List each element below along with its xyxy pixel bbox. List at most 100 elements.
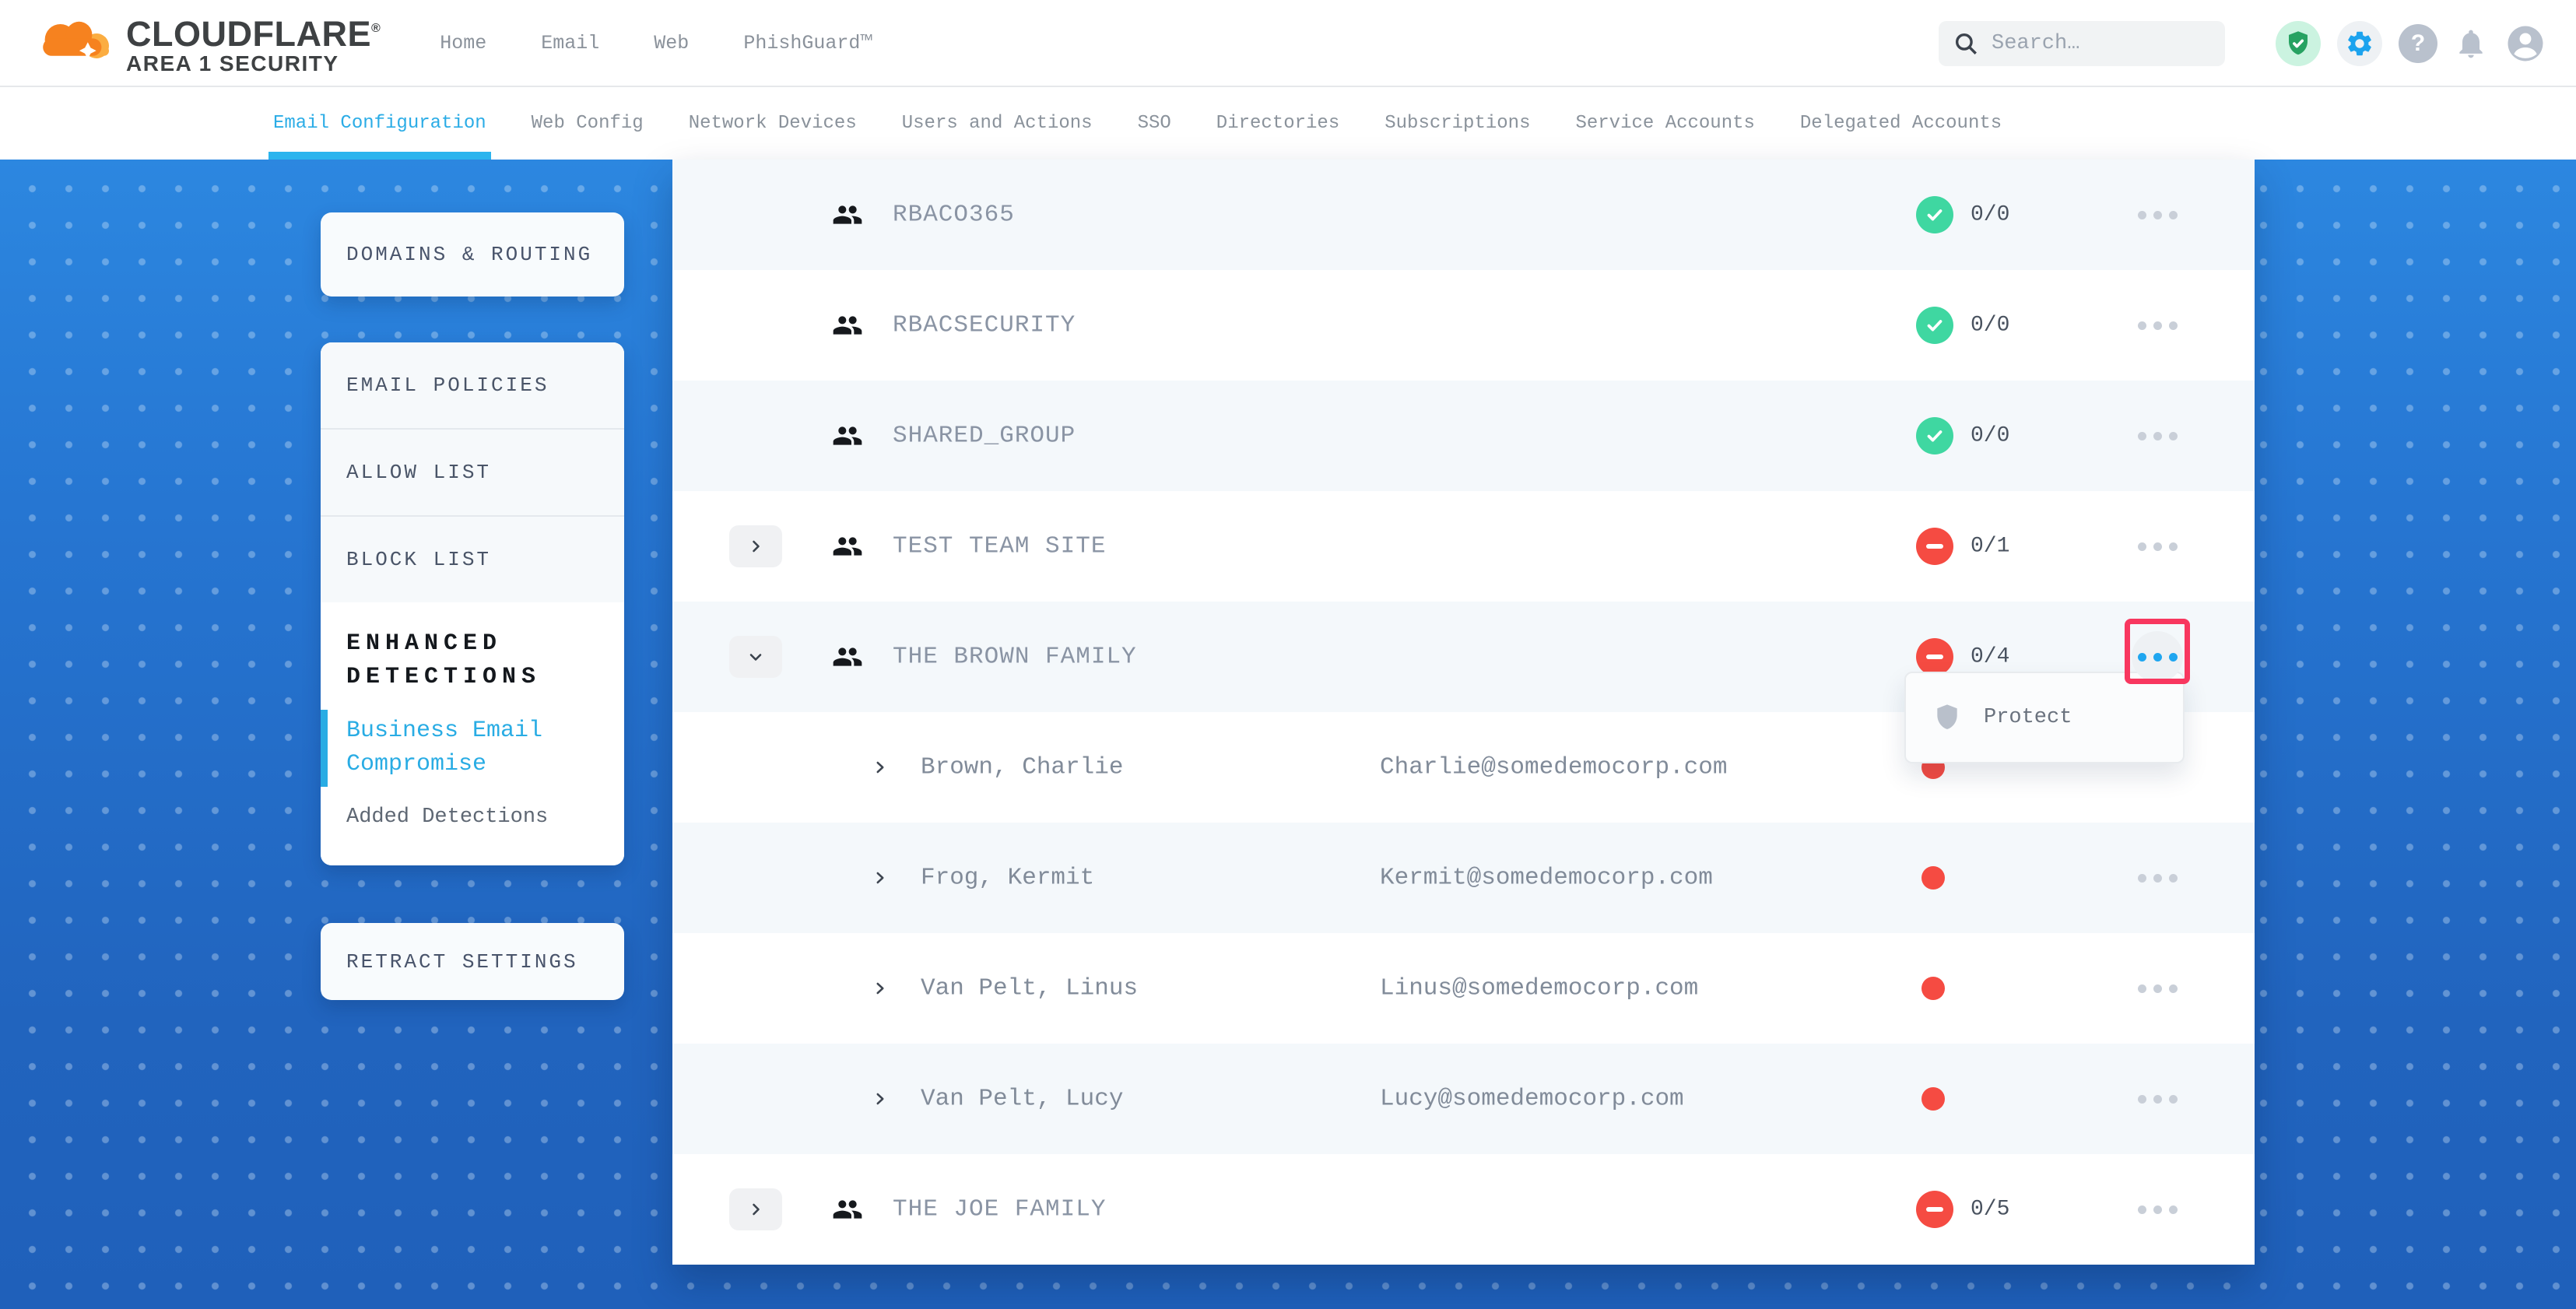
row-menu-button[interactable] [2129,187,2185,243]
group-name[interactable]: THE JOE FAMILY [893,1196,1106,1223]
tab-delegated-accounts[interactable]: Delegated Accounts [1800,87,2002,160]
chevron-right-icon [746,537,765,556]
group-icon [831,641,864,672]
member-name[interactable]: Brown, Charlie [921,754,1123,781]
tab-users-and-actions[interactable]: Users and Actions [902,87,1093,160]
collapse-button[interactable] [729,636,782,678]
row-menu-button[interactable] [2129,960,2185,1016]
group-name[interactable]: THE BROWN FAMILY [893,644,1137,671]
sidebar-policies-card: EMAIL POLICIES ALLOW LIST BLOCK LIST ENH… [321,342,624,865]
protected-count: 0/0 [1971,424,2009,448]
protected-count: 0/1 [1971,535,2009,559]
search-box[interactable] [1939,21,2225,66]
nav-phishguard[interactable]: PhishGuard™ [743,32,872,54]
main-nav: Home Email Web PhishGuard™ [440,32,872,54]
sidebar-item-email-policies[interactable]: EMAIL POLICIES [321,342,624,428]
header-icons: ? [2276,0,2546,87]
group-name[interactable]: TEST TEAM SITE [893,533,1106,560]
sidebar: DOMAINS & ROUTING EMAIL POLICIES ALLOW L… [321,212,624,1000]
protected-count: 0/5 [1971,1198,2009,1222]
group-icon [831,420,864,451]
status-unprotected-icon [1916,1191,1953,1228]
sidebar-item-domains-routing[interactable]: DOMAINS & ROUTING [321,212,624,297]
group-icon [831,199,864,230]
group-icon [831,310,864,341]
member-email: Kermit@somedemocorp.com [1380,865,1713,892]
row-context-menu: Protect [1904,672,2185,763]
app-header: CLOUDFLARE® AREA 1 SECURITY Home Email W… [0,0,2576,87]
row-menu-button[interactable] [2129,1181,2185,1237]
chevron-right-icon [746,1200,765,1219]
group-icon [831,1194,864,1225]
sidebar-item-retract-settings[interactable]: RETRACT SETTINGS [321,923,624,1000]
member-chevron-icon [872,980,889,997]
sidebar-item-block-list[interactable]: BLOCK LIST [321,517,624,602]
sidebar-item-business-email-compromise[interactable]: Business Email Compromise [346,714,588,781]
tab-subscriptions[interactable]: Subscriptions [1385,87,1530,160]
menu-item-protect[interactable]: Protect [1984,706,2072,729]
member-name[interactable]: Van Pelt, Linus [921,975,1138,1002]
page: CLOUDFLARE® AREA 1 SECURITY Home Email W… [0,0,2576,1309]
status-unprotected-dot [1921,977,1945,1000]
tab-directories[interactable]: Directories [1216,87,1339,160]
status-protected-icon [1916,417,1953,454]
settings-gear-icon[interactable] [2337,21,2382,66]
nav-web[interactable]: Web [654,32,689,54]
account-avatar-icon[interactable] [2504,23,2546,65]
row-menu-button[interactable] [2129,850,2185,906]
member-name[interactable]: Van Pelt, Lucy [921,1086,1123,1113]
table-row-group: RBACSECURITY 0/0 [672,270,2255,381]
sidebar-section-enhanced-detections: ENHANCED DETECTIONS [346,627,603,694]
help-icon[interactable]: ? [2399,24,2437,63]
protected-count: 0/0 [1971,314,2009,338]
tab-email-configuration[interactable]: Email Configuration [273,87,486,160]
cloudflare-logo: CLOUDFLARE® AREA 1 SECURITY [34,11,381,75]
status-protected-icon [1916,307,1953,344]
product-name: AREA 1 SECURITY [126,52,381,75]
shield-icon [1932,702,1962,733]
table-row-member: Van Pelt, Lucy Lucy@somedemocorp.com [672,1044,2255,1154]
group-name[interactable]: RBACO365 [893,202,1015,229]
status-protected-icon [1916,196,1953,233]
cloudflare-cloud-icon [34,12,115,74]
protected-count: 0/4 [1971,645,2009,669]
chevron-down-icon [746,647,765,666]
search-icon [1953,30,1979,57]
tab-sso[interactable]: SSO [1138,87,1171,160]
table-row-group: SHARED_GROUP 0/0 [672,381,2255,491]
protected-count: 0/0 [1971,203,2009,227]
tab-bar: Email Configuration Web Config Network D… [0,87,2576,160]
tab-network-devices[interactable]: Network Devices [689,87,857,160]
group-icon [831,531,864,562]
table-row-member: Van Pelt, Linus Linus@somedemocorp.com [672,933,2255,1044]
member-chevron-icon [872,1090,889,1107]
sidebar-item-added-detections[interactable]: Added Detections [346,801,598,834]
tab-web-config[interactable]: Web Config [532,87,644,160]
expand-button[interactable] [729,1188,782,1230]
search-input[interactable] [1992,32,2211,55]
member-chevron-icon [872,759,889,776]
status-unprotected-icon [1916,528,1953,565]
status-unprotected-dot [1921,1087,1945,1111]
notifications-bell-icon[interactable] [2454,26,2488,61]
sidebar-item-allow-list[interactable]: ALLOW LIST [321,430,624,515]
row-menu-button-open[interactable] [2132,631,2183,683]
brand-name: CLOUDFLARE® [126,11,381,52]
nav-email[interactable]: Email [541,32,599,54]
status-unprotected-icon [1916,638,1953,676]
member-email: Charlie@somedemocorp.com [1380,754,1727,781]
row-menu-button[interactable] [2129,408,2185,464]
group-name[interactable]: RBACSECURITY [893,312,1076,339]
group-name[interactable]: SHARED_GROUP [893,423,1076,450]
member-name[interactable]: Frog, Kermit [921,865,1094,892]
nav-home[interactable]: Home [440,32,486,54]
tab-service-accounts[interactable]: Service Accounts [1575,87,1754,160]
table-row-group: THE JOE FAMILY 0/5 [672,1154,2255,1265]
expand-button[interactable] [729,525,782,567]
protection-shield-icon[interactable] [2276,21,2321,66]
row-menu-button[interactable] [2129,297,2185,353]
member-email: Linus@somedemocorp.com [1380,975,1698,1002]
table-row-group: RBACO365 0/0 [672,160,2255,270]
row-menu-button[interactable] [2129,1071,2185,1127]
row-menu-button[interactable] [2129,518,2185,574]
